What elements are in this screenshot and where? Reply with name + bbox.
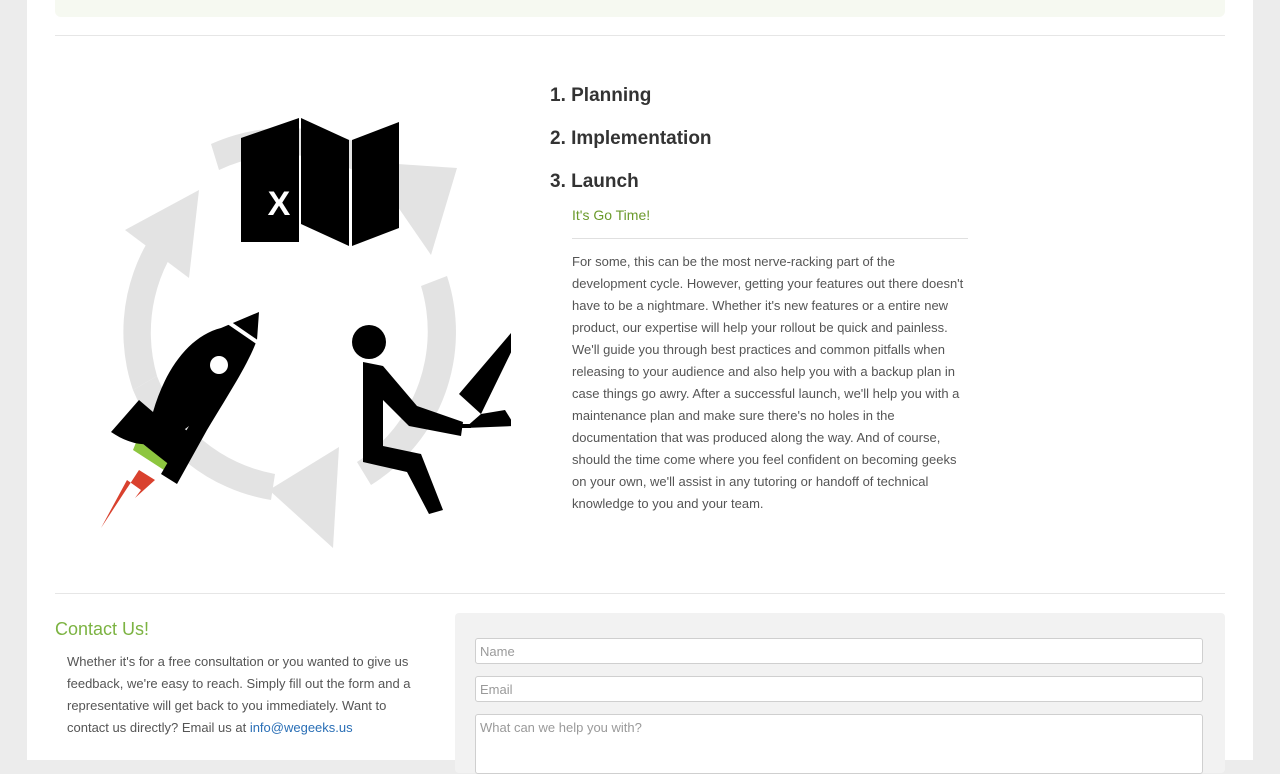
- step-implementation[interactable]: 2. Implementation: [550, 125, 980, 168]
- process-illustration: X: [101, 118, 511, 548]
- step-subtitle: It's Go Time!: [572, 207, 651, 223]
- page-container: X 1. Planning 2. Implementation 3. Launc…: [27, 0, 1253, 774]
- contact-description-text: Whether it's for a free consultation or …: [67, 654, 411, 735]
- section-divider-contact: [55, 593, 1225, 594]
- email-input[interactable]: [475, 676, 1203, 702]
- name-input[interactable]: [475, 638, 1203, 664]
- section-divider-top: [55, 35, 1225, 36]
- process-steps: 1. Planning 2. Implementation 3. Launch: [550, 82, 980, 211]
- top-banner-strip: [55, 0, 1225, 17]
- contact-title: Contact Us!: [55, 619, 150, 639]
- contact-email-link[interactable]: info@wegeeks.us: [250, 720, 353, 735]
- subtitle-divider: [572, 238, 968, 239]
- map-icon: X: [241, 118, 399, 246]
- step-planning[interactable]: 1. Planning: [550, 82, 980, 125]
- contact-form-panel: [455, 613, 1225, 774]
- step-description: For some, this can be the most nerve-rac…: [572, 254, 964, 511]
- map-mark-label: X: [268, 185, 291, 223]
- contact-description: Whether it's for a free consultation or …: [67, 651, 412, 739]
- message-textarea[interactable]: [475, 714, 1203, 774]
- launch-step-detail: It's Go Time! For some, this can be the …: [572, 204, 968, 515]
